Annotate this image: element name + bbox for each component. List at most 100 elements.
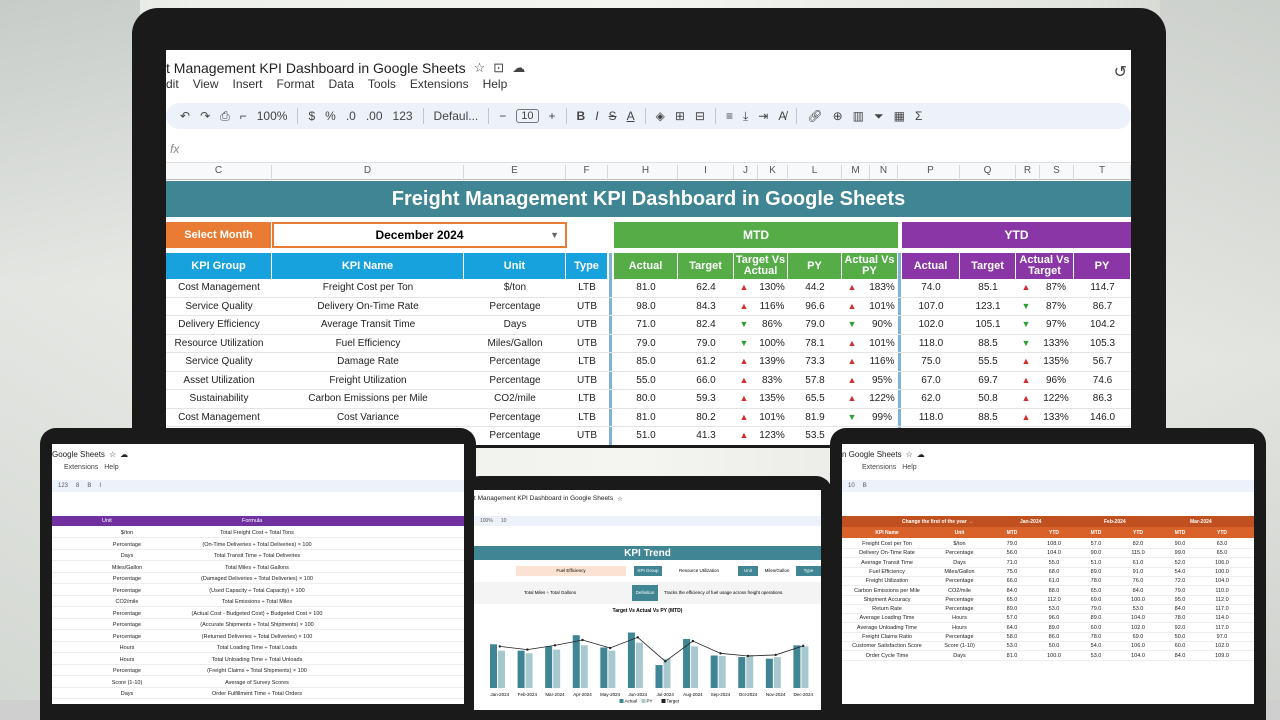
cell[interactable]: 53.0 [992,643,1032,649]
cell-name[interactable]: Freight Utilization [272,375,464,386]
cell-unit[interactable]: Percentage [464,301,566,312]
cell[interactable]: 78.0 [1076,634,1116,640]
cell-ypy[interactable]: 56.7 [1074,356,1131,367]
cell-group[interactable]: Sustainability [166,393,272,404]
cell-formula[interactable]: Average of Survey Scores [162,680,352,686]
cell-target[interactable]: 59.3 [678,393,734,404]
cell[interactable]: 97.0 [1202,634,1242,640]
cell-formula[interactable]: (Returned Deliveries ÷ Total Deliveries)… [162,634,352,640]
cell[interactable]: Shipment Accuracy [852,597,922,603]
cell[interactable]: 96.0 [1034,615,1074,621]
cell-tva[interactable]: 130% [756,282,788,293]
cell[interactable]: 53.0 [1118,606,1158,612]
column-letter[interactable]: E [464,165,566,181]
cell[interactable]: 55.0 [1034,560,1074,566]
cell[interactable]: 104.0 [1118,653,1158,659]
cell[interactable]: Average Loading Time [852,615,922,621]
cell-py[interactable]: 65.5 [788,393,842,404]
cell[interactable]: 79.0 [992,541,1032,547]
cell[interactable]: 92.0 [1160,625,1200,631]
column-letter[interactable]: F [566,165,608,181]
cell-avp[interactable]: 90% [866,319,898,330]
cell[interactable]: 53.0 [1076,653,1116,659]
cell-formula[interactable]: (Damaged Deliveries ÷ Total Deliveries) … [162,576,352,582]
filter-views-icon[interactable]: ▦ [894,109,905,123]
cell-formula[interactable]: Order Fulfillment Time ÷ Total Orders [162,691,352,697]
cell[interactable]: 63.0 [1202,541,1242,547]
cell[interactable]: 69.0 [1118,634,1158,640]
cell[interactable]: CO2/mile [932,588,987,594]
cell-unit[interactable]: Score (1-10) [92,680,162,686]
cell[interactable]: 112.0 [1202,597,1242,603]
cell[interactable]: Score (1-10) [932,643,987,649]
cell-py[interactable]: 57.8 [788,375,842,386]
cell-target[interactable]: 62.4 [678,282,734,293]
cell-ypy[interactable]: 146.0 [1074,412,1131,423]
cell[interactable]: 56.0 [992,550,1032,556]
cell-type[interactable]: LTB [566,356,608,367]
cell-py[interactable]: 96.6 [788,301,842,312]
cell-actual[interactable]: 79.0 [614,338,678,349]
cell[interactable]: 60.0 [1076,625,1116,631]
redo-icon[interactable]: ↷ [200,109,210,123]
text-color-icon[interactable]: A [627,109,635,123]
cell-yavt[interactable]: 96% [1038,375,1074,386]
cell-tva[interactable]: 83% [756,375,788,386]
cell[interactable]: 76.0 [1118,578,1158,584]
cell-ypy[interactable]: 114.7 [1074,282,1131,293]
cell[interactable]: Delivery On-Time Rate [852,550,922,556]
cell[interactable]: 68.0 [1034,569,1074,575]
cell[interactable]: Average Transit Time [852,560,922,566]
cell-unit[interactable]: $/ton [464,282,566,293]
menu-item-0[interactable]: dit [166,77,179,91]
cell[interactable]: 50.0 [1160,634,1200,640]
cell-formula[interactable]: (Accurate Shipments ÷ Total Shipments) ×… [162,622,352,628]
cell-tva[interactable]: 139% [756,356,788,367]
cell-group[interactable]: Cost Management [166,412,272,423]
cell[interactable]: 72.0 [1160,578,1200,584]
cell[interactable]: 90.0 [1076,550,1116,556]
cell[interactable]: 61.0 [1118,560,1158,566]
cell[interactable]: 54.0 [1076,643,1116,649]
cell-ypy[interactable]: 104.2 [1074,319,1131,330]
print-icon[interactable]: ⎙ [220,109,230,124]
cell-yavt[interactable]: 97% [1038,319,1074,330]
doc-title[interactable]: n Google Sheets [842,450,902,459]
cell[interactable]: 78.0 [1160,615,1200,621]
cell[interactable]: $/ton [932,541,987,547]
cell[interactable]: 104.0 [1034,550,1074,556]
cell[interactable]: 108.0 [1034,541,1074,547]
cell-unit[interactable]: Percentage [92,611,162,617]
cell-tva[interactable]: 135% [756,393,788,404]
cell-formula[interactable]: Total Freight Cost ÷ Total Tons [162,530,352,536]
cell-unit[interactable]: Percentage [92,542,162,548]
cell[interactable]: 71.0 [992,560,1032,566]
cell-target[interactable]: 79.0 [678,338,734,349]
align-vertical-icon[interactable]: ⤓ [743,109,748,124]
decrease-decimal-button[interactable]: .0 [346,109,356,123]
cell-ypy[interactable]: 74.6 [1074,375,1131,386]
cell[interactable]: 50.0 [1034,643,1074,649]
cell-ypy[interactable]: 105.3 [1074,338,1131,349]
cell-target[interactable]: 82.4 [678,319,734,330]
cell[interactable]: 79.0 [1076,606,1116,612]
cell-yt[interactable]: 85.1 [960,282,1016,293]
cell-yavt[interactable]: 87% [1038,282,1074,293]
cell[interactable]: 86.0 [1034,634,1074,640]
cell[interactable]: Customer Satisfaction Score [852,643,922,649]
cell[interactable]: 89.0 [992,606,1032,612]
cell-ya[interactable]: 118.0 [902,338,960,349]
menu-item-extensions[interactable]: Extensions [862,464,896,471]
cell[interactable]: Fuel Efficiency [852,569,922,575]
cell-target[interactable]: 66.0 [678,375,734,386]
cell-yt[interactable]: 55.5 [960,356,1016,367]
cell-yt[interactable]: 105.1 [960,319,1016,330]
comment-icon[interactable]: ⊕ [833,109,843,123]
cell[interactable]: 57.0 [1076,541,1116,547]
cell-type[interactable]: LTB [566,393,608,404]
cell[interactable]: 104.0 [1118,615,1158,621]
cell[interactable]: 82.0 [1118,541,1158,547]
undo-icon[interactable]: ↶ [180,109,190,123]
cell[interactable]: 65.0 [992,597,1032,603]
cell-actual[interactable]: 51.0 [614,430,678,441]
